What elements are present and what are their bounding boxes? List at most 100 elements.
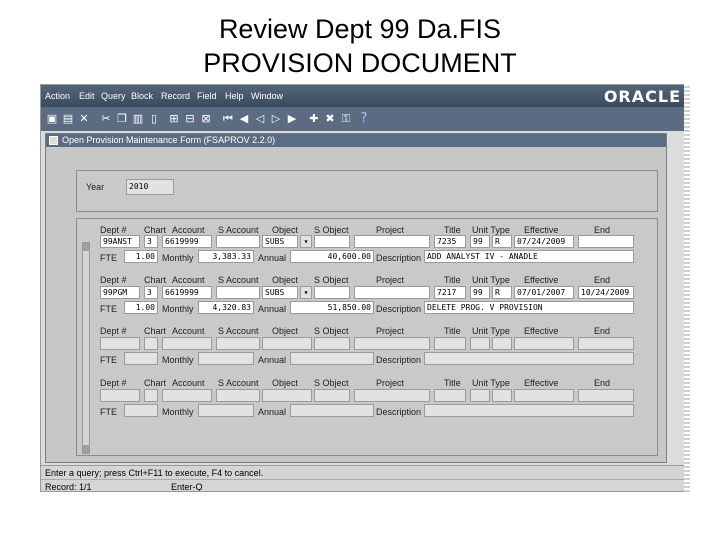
copy-icon[interactable]: ❐ xyxy=(115,112,129,126)
r2-end-field[interactable]: 10/24/2009 xyxy=(578,286,634,299)
r2-sobject-field[interactable] xyxy=(314,286,350,299)
next-record-icon[interactable]: ▷ xyxy=(269,112,283,126)
r4-project-field[interactable] xyxy=(354,389,430,402)
r1-type-field[interactable]: R xyxy=(492,235,512,248)
r3-chart-field[interactable] xyxy=(144,337,158,350)
r2-description-field[interactable]: DELETE PROG. V PROVISION xyxy=(424,301,634,314)
r1-annual-field[interactable]: 40,600.00 xyxy=(290,250,374,263)
close-form-icon[interactable]: ✕ xyxy=(77,112,91,126)
r3-object-field[interactable] xyxy=(262,337,312,350)
r1-effective-field[interactable]: 07/24/2009 xyxy=(514,235,574,248)
menu-field[interactable]: Field xyxy=(197,91,217,101)
prev-record-icon[interactable]: ◁ xyxy=(253,112,267,126)
r4-type-field[interactable] xyxy=(492,389,512,402)
r2-effective-field[interactable]: 07/01/2007 xyxy=(514,286,574,299)
r2-object-field[interactable]: SUBS xyxy=(262,286,298,299)
menu-block[interactable]: Block xyxy=(131,91,153,101)
r4-unit-field[interactable] xyxy=(470,389,490,402)
r4-chart-field[interactable] xyxy=(144,389,158,402)
r2-dept-field[interactable]: 99PGM xyxy=(100,286,140,299)
year-field[interactable]: 2010 xyxy=(126,179,174,195)
r3-description-label: Description xyxy=(376,355,422,365)
r1-dept-field[interactable]: 99ANST xyxy=(100,235,140,248)
r2-monthly-field[interactable]: 4,320.83 xyxy=(198,301,254,314)
r1-chart-field[interactable]: 3 xyxy=(144,235,158,248)
r3-project-field[interactable] xyxy=(354,337,430,350)
next-block-icon[interactable]: ▶ xyxy=(285,112,299,126)
first-record-icon[interactable]: ⏮ xyxy=(221,112,235,126)
r4-object-field[interactable] xyxy=(262,389,312,402)
cancel-query-icon[interactable]: ⊠ xyxy=(199,112,213,126)
menu-help[interactable]: Help xyxy=(225,91,244,101)
r4-annual-field[interactable] xyxy=(290,404,374,417)
r4-description-field[interactable] xyxy=(424,404,634,417)
r1-description-field[interactable]: ADD ANALYST IV - ANADLE xyxy=(424,250,634,263)
menu-query[interactable]: Query xyxy=(101,91,126,101)
paste-icon[interactable]: ▥ xyxy=(131,112,145,126)
r2-saccount-field[interactable] xyxy=(216,286,260,299)
menu-record[interactable]: Record xyxy=(161,91,190,101)
header-end: End xyxy=(594,378,611,388)
save-icon[interactable]: ▣ xyxy=(45,112,59,126)
r3-end-field[interactable] xyxy=(578,337,634,350)
r3-effective-field[interactable] xyxy=(514,337,574,350)
r4-end-field[interactable] xyxy=(578,389,634,402)
scroll-down-arrow[interactable] xyxy=(83,445,89,453)
header-end: End xyxy=(594,225,611,235)
menu-action[interactable]: Action xyxy=(45,91,70,101)
execute-query-icon[interactable]: ⊟ xyxy=(183,112,197,126)
r1-unit-field[interactable]: 99 xyxy=(470,235,490,248)
r4-dept-field[interactable] xyxy=(100,389,140,402)
r2-chart-field[interactable]: 3 xyxy=(144,286,158,299)
r2-title-field[interactable]: 7217 xyxy=(434,286,466,299)
help-icon[interactable]: ? xyxy=(357,112,371,126)
r3-annual-field[interactable] xyxy=(290,352,374,365)
r1-monthly-field[interactable]: 3,383.33 xyxy=(198,250,254,263)
r3-type-field[interactable] xyxy=(492,337,512,350)
r1-saccount-field[interactable] xyxy=(216,235,260,248)
r3-account-field[interactable] xyxy=(162,337,212,350)
r2-fte-field[interactable]: 1.00 xyxy=(124,301,158,314)
r3-description-field[interactable] xyxy=(424,352,634,365)
r3-unit-field[interactable] xyxy=(470,337,490,350)
r1-title-field[interactable]: 7235 xyxy=(434,235,466,248)
r4-sobject-field[interactable] xyxy=(314,389,350,402)
records-scrollbar[interactable] xyxy=(82,242,90,454)
r1-object-lov-icon[interactable]: ▾ xyxy=(300,235,312,248)
r4-effective-field[interactable] xyxy=(514,389,574,402)
enter-query-icon[interactable]: ⊞ xyxy=(167,112,181,126)
delete-record-icon[interactable]: ✖ xyxy=(323,112,337,126)
clear-icon[interactable]: ▯ xyxy=(147,112,161,126)
r1-end-field[interactable] xyxy=(578,235,634,248)
r4-monthly-field[interactable] xyxy=(198,404,254,417)
r2-type-field[interactable]: R xyxy=(492,286,512,299)
r2-project-field[interactable] xyxy=(354,286,430,299)
r2-unit-field[interactable]: 99 xyxy=(470,286,490,299)
r3-saccount-field[interactable] xyxy=(216,337,260,350)
r1-object-field[interactable]: SUBS xyxy=(262,235,298,248)
r4-account-field[interactable] xyxy=(162,389,212,402)
r4-fte-field[interactable] xyxy=(124,404,158,417)
r2-account-field[interactable]: 6619999 xyxy=(162,286,212,299)
r4-saccount-field[interactable] xyxy=(216,389,260,402)
r1-fte-field[interactable]: 1.00 xyxy=(124,250,158,263)
r3-title-field[interactable] xyxy=(434,337,466,350)
r1-project-field[interactable] xyxy=(354,235,430,248)
menu-edit[interactable]: Edit xyxy=(79,91,95,101)
r3-monthly-field[interactable] xyxy=(198,352,254,365)
insert-record-icon[interactable]: ✚ xyxy=(307,112,321,126)
menu-window[interactable]: Window xyxy=(251,91,283,101)
r4-title-field[interactable] xyxy=(434,389,466,402)
print-icon[interactable]: ▤ xyxy=(61,112,75,126)
r3-fte-field[interactable] xyxy=(124,352,158,365)
r3-sobject-field[interactable] xyxy=(314,337,350,350)
lock-record-icon[interactable]: ⚿ xyxy=(339,112,353,126)
r1-sobject-field[interactable] xyxy=(314,235,350,248)
scroll-up-arrow[interactable] xyxy=(83,243,89,251)
r2-object-lov-icon[interactable]: ▾ xyxy=(300,286,312,299)
prev-block-icon[interactable]: ◀ xyxy=(237,112,251,126)
r2-annual-field[interactable]: 51,850.00 xyxy=(290,301,374,314)
r1-account-field[interactable]: 6619999 xyxy=(162,235,212,248)
r3-dept-field[interactable] xyxy=(100,337,140,350)
cut-icon[interactable]: ✂ xyxy=(99,112,113,126)
